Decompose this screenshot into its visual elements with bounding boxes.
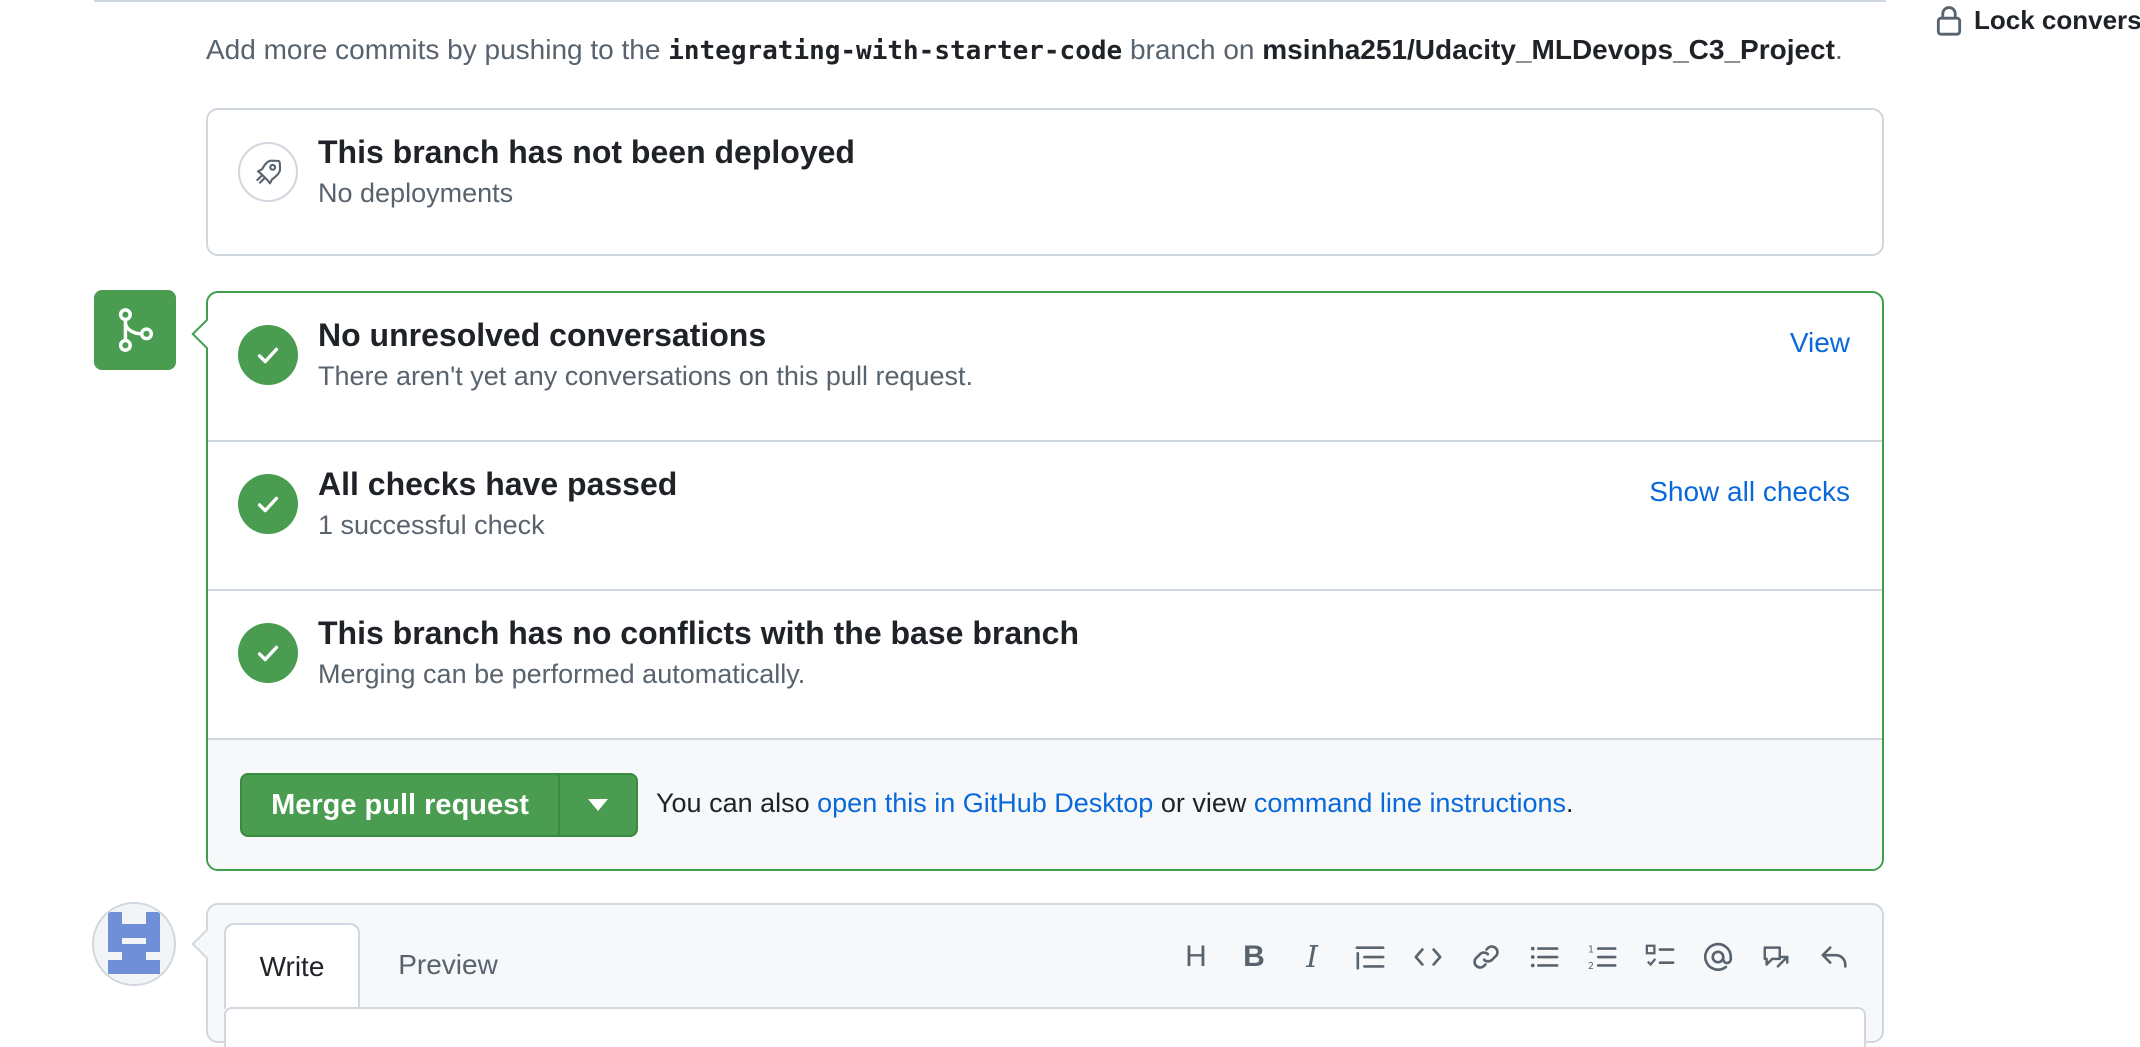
push-info-suffix: . xyxy=(1834,34,1843,65)
lock-conversation-button[interactable]: Lock conversa xyxy=(1934,2,2140,38)
deployment-title: This branch has not been deployed xyxy=(318,134,855,170)
cross-reference-icon[interactable] xyxy=(1756,937,1796,977)
repo-name[interactable]: msinha251/Udacity_MLDevops_C3_Project xyxy=(1262,34,1835,65)
merge-method-dropdown[interactable] xyxy=(560,775,636,835)
push-info-prefix: Add more commits by pushing to the xyxy=(206,34,669,65)
push-info-text: Add more commits by pushing to the integ… xyxy=(206,34,1843,66)
merge-row-subtitle: There aren't yet any conversations on th… xyxy=(318,361,974,391)
tab-write[interactable]: Write xyxy=(224,923,360,1009)
command-line-instructions-link[interactable]: command line instructions xyxy=(1254,788,1566,818)
italic-icon[interactable]: I xyxy=(1292,937,1332,977)
tab-preview[interactable]: Preview xyxy=(378,923,518,1007)
timeline-divider xyxy=(94,0,1886,2)
git-merge-icon xyxy=(94,290,176,370)
merge-row-conversations: No unresolved conversations There aren't… xyxy=(208,293,1882,442)
alt-middle: or view xyxy=(1153,788,1254,818)
branch-name[interactable]: integrating-with-starter-code xyxy=(668,36,1122,66)
merge-pull-request-button[interactable]: Merge pull request xyxy=(242,775,560,835)
show-all-checks-link[interactable]: Show all checks xyxy=(1649,476,1850,508)
svg-text:2: 2 xyxy=(1588,961,1594,972)
comment-textarea[interactable] xyxy=(224,1007,1866,1047)
bold-icon[interactable]: B xyxy=(1234,937,1274,977)
merge-row-checks: All checks have passed 1 successful chec… xyxy=(208,442,1882,591)
reply-icon[interactable] xyxy=(1814,937,1854,977)
alt-prefix: You can also xyxy=(656,788,818,818)
push-info-middle: branch on xyxy=(1122,34,1263,65)
avatar[interactable] xyxy=(92,902,176,986)
lock-icon xyxy=(1936,6,1962,36)
deployment-status-box: This branch has not been deployed No dep… xyxy=(206,108,1884,256)
alt-suffix: . xyxy=(1566,788,1574,818)
heading-icon[interactable]: H xyxy=(1176,937,1216,977)
task-list-icon[interactable] xyxy=(1640,937,1680,977)
comment-form: Write Preview H B I 12 xyxy=(191,903,1884,1047)
lock-conversation-label: Lock conversa xyxy=(1974,4,2140,35)
ordered-list-icon[interactable]: 12 xyxy=(1582,937,1622,977)
merge-status-box: No unresolved conversations There aren't… xyxy=(191,291,1884,871)
unordered-list-icon[interactable] xyxy=(1524,937,1564,977)
check-icon xyxy=(238,623,298,683)
mention-icon[interactable] xyxy=(1698,937,1738,977)
merge-alternatives-text: You can also open this in GitHub Desktop… xyxy=(656,788,1574,819)
deployment-subtitle: No deployments xyxy=(318,178,514,208)
link-icon[interactable] xyxy=(1466,937,1506,977)
rocket-icon xyxy=(238,142,298,202)
merge-button-group: Merge pull request xyxy=(240,773,638,837)
github-desktop-link[interactable]: open this in GitHub Desktop xyxy=(817,788,1153,818)
view-conversations-link[interactable]: View xyxy=(1790,327,1850,359)
merge-row-subtitle: 1 successful check xyxy=(318,510,545,540)
triangle-down-icon xyxy=(588,799,608,811)
merge-row-subtitle: Merging can be performed automatically. xyxy=(318,659,806,689)
merge-row-conflicts: This branch has no conflicts with the ba… xyxy=(208,591,1882,740)
box-pointer xyxy=(191,928,223,960)
code-icon[interactable] xyxy=(1408,937,1448,977)
merge-row-title: This branch has no conflicts with the ba… xyxy=(318,615,1080,651)
check-icon xyxy=(238,325,298,385)
svg-text:1: 1 xyxy=(1588,944,1594,955)
markdown-toolbar: H B I 12 xyxy=(1176,937,1854,977)
merge-row-title: No unresolved conversations xyxy=(318,317,767,353)
merge-footer: Merge pull request You can also open thi… xyxy=(208,740,1882,869)
merge-row-title: All checks have passed xyxy=(318,466,678,502)
quote-icon[interactable] xyxy=(1350,937,1390,977)
check-icon xyxy=(238,474,298,534)
